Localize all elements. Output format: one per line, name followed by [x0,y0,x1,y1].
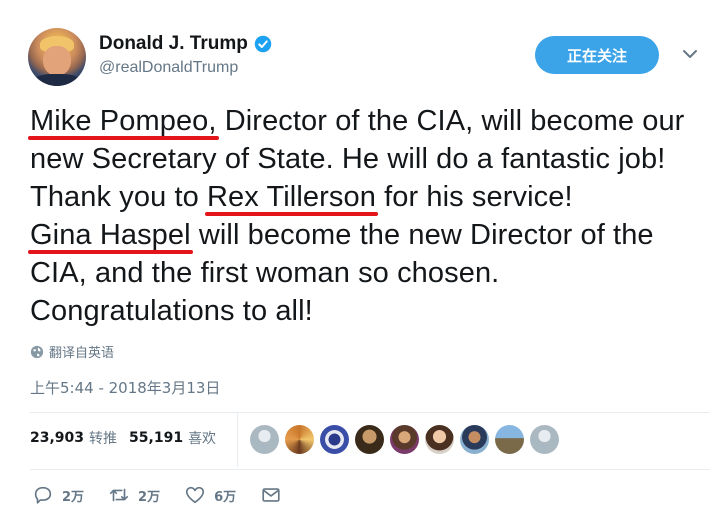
reply-action[interactable]: 2万 [32,484,84,506]
following-button[interactable]: 正在关注 [535,36,659,74]
liker-avatar[interactable] [320,425,349,454]
verified-badge-icon [254,35,272,53]
divider-top [30,412,710,413]
avatar-face [43,46,71,76]
retweet-action[interactable]: 2万 [108,484,160,506]
retweet-icon[interactable] [108,484,130,506]
liker-avatar[interactable] [460,425,489,454]
retweets-count[interactable]: 23,903 [30,430,84,446]
chevron-down-icon[interactable] [682,48,698,60]
envelope-icon[interactable] [260,484,282,506]
highlight-mike-pompeo: Mike Pompeo, [28,102,219,140]
author-handle[interactable]: @realDonaldTrump [99,59,238,77]
globe-icon [30,345,44,358]
tweet-text: Mike Pompeo, Director of the CIA, will b… [28,102,710,330]
reply-count: 2万 [62,489,85,505]
liker-avatar[interactable] [530,425,559,454]
liker-avatar[interactable] [495,425,524,454]
tweet-text-segment: for his service! [375,181,573,213]
likes-label[interactable]: 喜欢 [188,428,216,448]
avatar-suit [32,74,82,86]
liker-avatar[interactable] [355,425,384,454]
engagement-stats: 23,903 转推 55,191 喜欢 [30,428,228,448]
highlight-rex-tillerson: Rex Tillerson [205,178,378,216]
translate-link[interactable]: 翻译自英语 [30,342,114,361]
highlight-gina-haspel: Gina Haspel [28,216,193,254]
retweets-label[interactable]: 转推 [89,428,117,448]
translate-label[interactable]: 翻译自英语 [49,342,114,361]
retweet-count: 2万 [138,489,161,505]
author-avatar[interactable] [28,28,86,86]
like-count: 6万 [214,489,237,505]
liker-avatar[interactable] [250,425,279,454]
author-name-row: Donald J. Trump [99,33,272,55]
liker-avatars [250,425,559,454]
like-action[interactable]: 6万 [184,484,236,506]
author-display-name[interactable]: Donald J. Trump [99,33,248,55]
message-action[interactable] [260,484,282,506]
stats-separator [237,413,238,467]
liker-avatar[interactable] [425,425,454,454]
heart-icon[interactable] [184,484,206,506]
liker-avatar[interactable] [390,425,419,454]
reply-icon[interactable] [32,484,54,506]
liker-avatar[interactable] [285,425,314,454]
tweet-timestamp[interactable]: 上午5:44 - 2018年3月13日 [30,377,220,398]
tweet-actions: 2万 2万 6万 [32,484,306,506]
divider-bottom [30,469,710,470]
likes-count[interactable]: 55,191 [129,430,183,446]
